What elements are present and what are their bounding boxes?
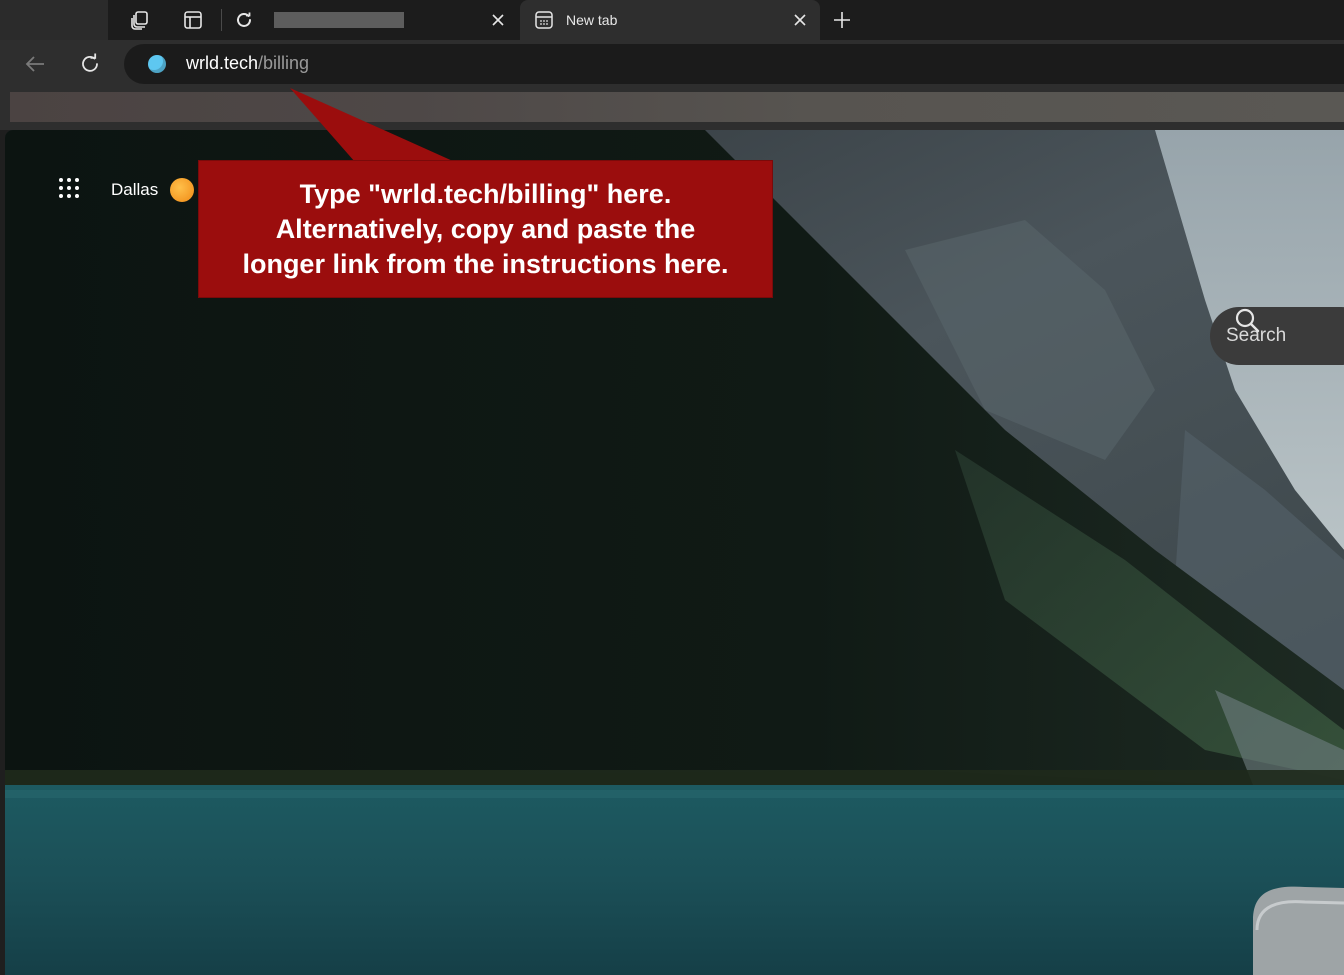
back-arrow-icon	[25, 56, 44, 72]
workspaces-icon	[131, 11, 148, 30]
tab-close-button[interactable]	[790, 10, 810, 30]
close-icon	[794, 14, 806, 26]
url-path: /billing	[258, 53, 310, 73]
tab-title: New tab	[566, 12, 618, 28]
annotation-callout: Type "wrld.tech/billing" here. Alternati…	[198, 160, 773, 298]
sun-icon	[170, 178, 195, 202]
back-button[interactable]	[21, 50, 49, 78]
plus-icon	[834, 12, 850, 28]
refresh-icon	[82, 53, 98, 72]
refresh-button[interactable]	[76, 50, 104, 78]
weather-city: Dallas	[111, 180, 159, 199]
weather-widget[interactable]: Dallas	[111, 178, 195, 202]
tab-actions-button[interactable]	[179, 6, 207, 34]
browser-toolbar: wrld.tech/billing	[0, 40, 1344, 88]
url-text[interactable]: wrld.tech/billing	[186, 53, 309, 74]
tab-bar-corner	[0, 0, 108, 40]
apps-grid-icon	[59, 178, 79, 198]
new-tab-button[interactable]	[828, 6, 856, 34]
search-box[interactable]: Search	[1210, 307, 1344, 365]
url-host: wrld.tech	[186, 53, 259, 73]
tab-close-button[interactable]	[488, 10, 508, 30]
tab-favicon	[234, 10, 254, 30]
tab-title-redacted	[274, 12, 404, 28]
tab-actions-icon	[184, 11, 202, 29]
annotation-line-2: Alternatively, copy and paste the	[275, 214, 696, 244]
tab-bar: New tab	[0, 0, 1344, 40]
annotation-line-3: longer link from the instructions here.	[242, 249, 729, 279]
workspaces-button[interactable]	[126, 6, 154, 34]
favorites-bar-blurred	[10, 92, 1344, 122]
apps-launcher-button[interactable]	[57, 176, 81, 200]
tab-separator	[221, 9, 222, 31]
tab-favicon	[534, 10, 554, 30]
close-icon	[492, 14, 504, 26]
search-icon	[1235, 308, 1260, 333]
tab-loading[interactable]	[224, 0, 518, 40]
address-bar[interactable]: wrld.tech/billing	[124, 44, 1344, 84]
loading-icon	[237, 12, 251, 27]
tab-new-tab[interactable]: New tab	[520, 0, 820, 40]
favorites-bar	[0, 88, 1344, 130]
annotation-line-1: Type "wrld.tech/billing" here.	[299, 179, 672, 209]
newtab-page-icon	[535, 11, 553, 29]
site-info-icon[interactable]	[148, 55, 166, 73]
